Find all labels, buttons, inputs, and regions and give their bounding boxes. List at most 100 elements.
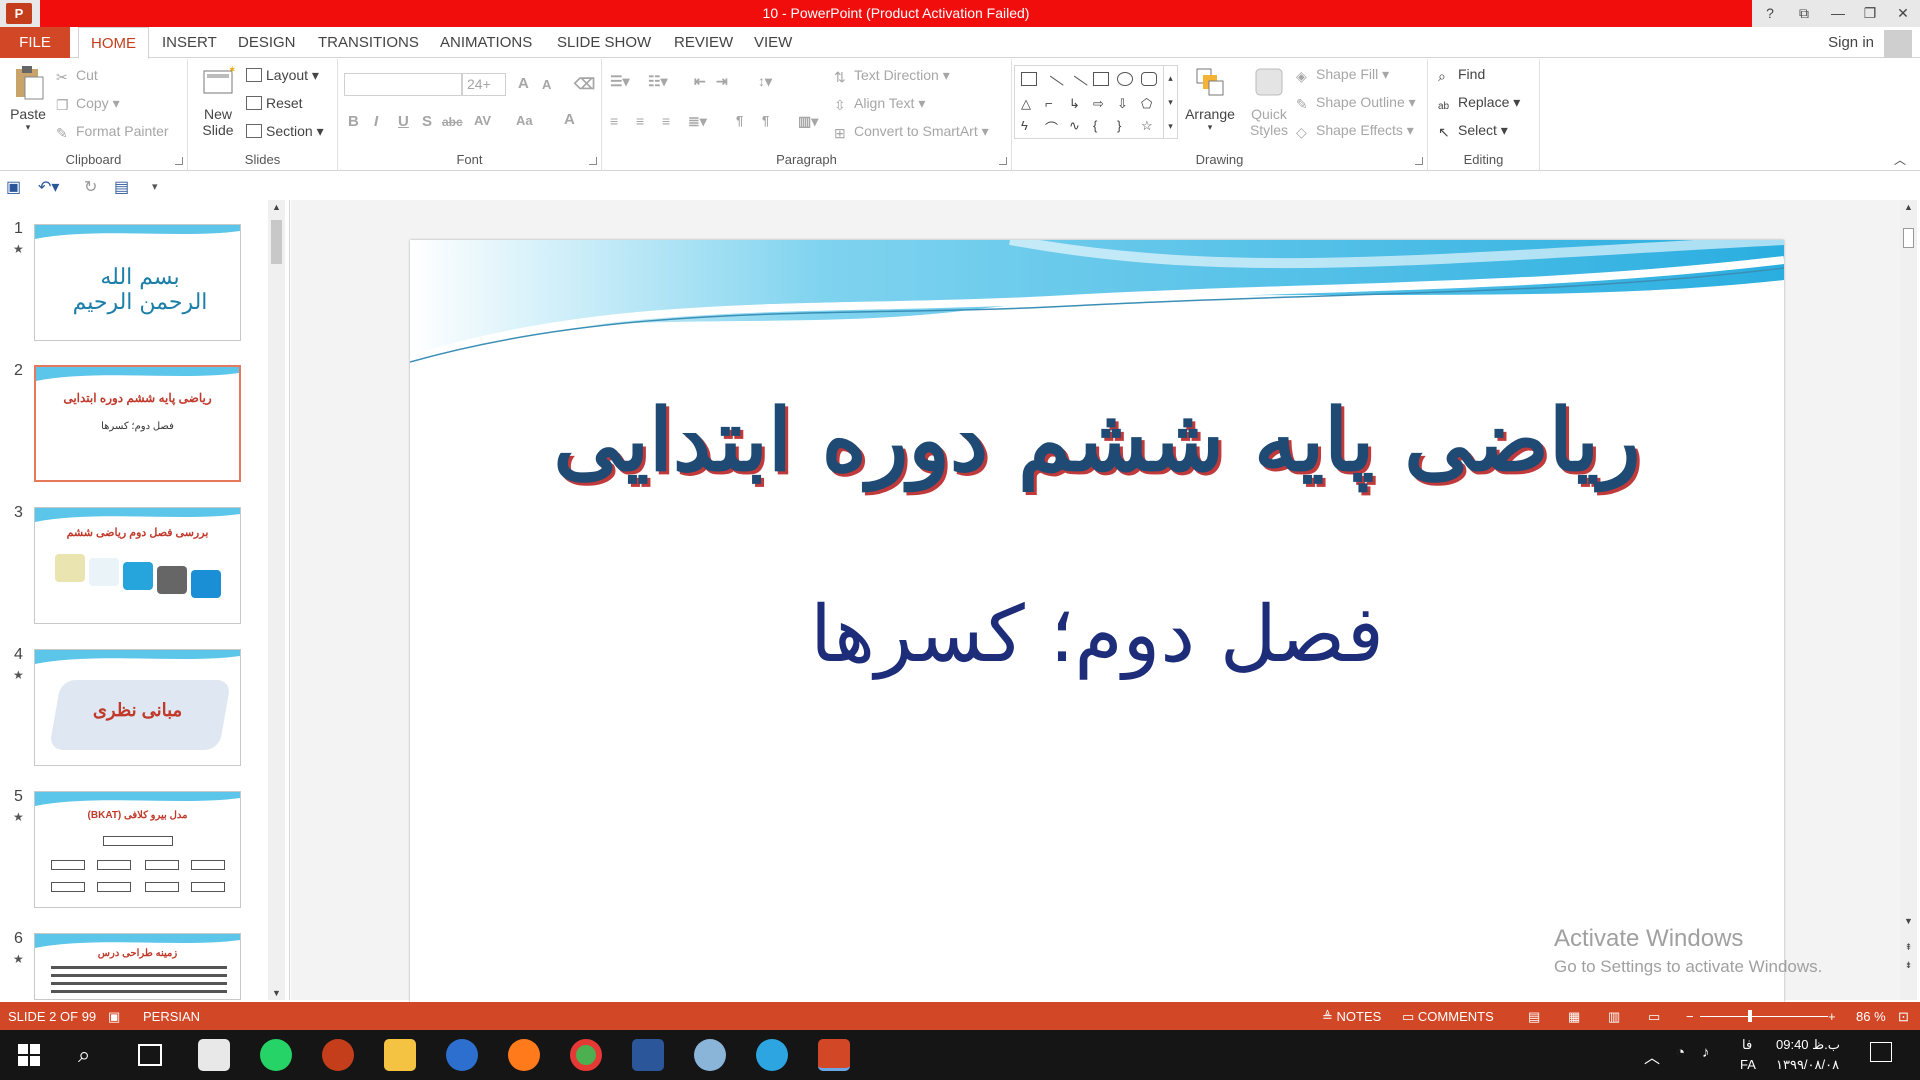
line-shape-icon[interactable]: [1042, 75, 1064, 97]
arc-shape-icon[interactable]: ⌒: [1045, 118, 1061, 136]
rtl-direction-icon[interactable]: ¶: [736, 113, 743, 128]
tab-design[interactable]: DESIGN: [226, 27, 308, 58]
clipboard-dialog-launcher[interactable]: [175, 157, 183, 165]
underline-button[interactable]: U: [398, 113, 409, 130]
right-brace-shape-icon[interactable]: }: [1117, 118, 1133, 133]
tab-file[interactable]: FILE: [0, 27, 70, 58]
arrange-button[interactable]: Arrange ▾: [1182, 65, 1238, 133]
zoom-level[interactable]: 86 %: [1856, 1009, 1886, 1024]
bold-button[interactable]: B: [348, 113, 359, 130]
calculator-icon[interactable]: [198, 1039, 230, 1071]
justify-icon[interactable]: ≣▾: [688, 113, 707, 130]
close-button[interactable]: ✕: [1886, 0, 1920, 27]
font-size-input[interactable]: 24+: [462, 73, 506, 96]
slide-scroll-thumb[interactable]: [1903, 228, 1914, 248]
slide-thumbnail-1[interactable]: بسم الله الرحمن الرحیم: [34, 224, 241, 341]
reset-button[interactable]: Reset: [246, 95, 303, 111]
customize-qat-icon[interactable]: ▾: [152, 180, 158, 193]
replace-button[interactable]: ab Replace ▾: [1438, 94, 1520, 115]
slide-sorter-icon[interactable]: ▦: [1568, 1009, 1580, 1025]
clear-formatting-icon[interactable]: ⌫: [574, 75, 595, 93]
paragraph-dialog-launcher[interactable]: [999, 157, 1007, 165]
thumbnail-scrollbar[interactable]: ▲ ▼: [268, 200, 285, 1000]
notes-button[interactable]: ≜ NOTES: [1322, 1009, 1381, 1025]
ltr-direction-icon[interactable]: ¶: [762, 113, 769, 128]
scroll-down-icon[interactable]: ▼: [1900, 916, 1917, 926]
input-language-line1[interactable]: فا: [1742, 1037, 1752, 1053]
find-button[interactable]: ⌕ Find: [1438, 66, 1485, 84]
tab-animations[interactable]: ANIMATIONS: [428, 27, 544, 58]
slide-scrollbar[interactable]: ▲ ▼ ⇞ ⇟: [1900, 200, 1917, 1000]
shape-effects-button[interactable]: ◇ Shape Effects ▾: [1296, 122, 1414, 140]
tab-slide-show[interactable]: SLIDE SHOW: [545, 27, 663, 58]
zoom-slider-track[interactable]: [1700, 1016, 1828, 1017]
scroll-up-icon[interactable]: ▲: [1900, 202, 1917, 212]
fit-slide-icon[interactable]: ⊡: [1898, 1009, 1909, 1025]
blue-app-icon[interactable]: [446, 1039, 478, 1071]
shrink-font-button[interactable]: A: [542, 77, 551, 92]
rounded-rect-shape-icon[interactable]: [1141, 72, 1157, 86]
telegram-icon[interactable]: [756, 1039, 788, 1071]
layout-button[interactable]: Layout ▾: [246, 67, 319, 84]
strikethrough-button[interactable]: abc: [442, 115, 463, 129]
tab-review[interactable]: REVIEW: [662, 27, 745, 58]
right-arrow-shape-icon[interactable]: ⇨: [1093, 96, 1109, 111]
minimize-button[interactable]: —: [1821, 0, 1855, 27]
line-spacing-icon[interactable]: ↕▾: [758, 73, 772, 90]
slide-thumbnail-4[interactable]: مبانی نظری: [34, 649, 241, 766]
down-arrow-shape-icon[interactable]: ⇩: [1117, 96, 1133, 111]
presentation-app-icon[interactable]: [322, 1039, 354, 1071]
search-icon[interactable]: ⌕: [78, 1042, 90, 1068]
elbow-connector-shape-icon[interactable]: ⌐: [1045, 96, 1061, 111]
cut-button[interactable]: ✂ Cut: [56, 67, 98, 85]
rectangle-shape-icon[interactable]: [1093, 72, 1109, 86]
zoom-slider-thumb[interactable]: [1748, 1010, 1752, 1022]
slide-title[interactable]: ریاضی پایه ششم دوره ابتدایی: [410, 390, 1784, 491]
scroll-up-icon[interactable]: ▲: [268, 202, 285, 212]
clock-time[interactable]: 09:40 ب.ظ: [1776, 1037, 1840, 1053]
columns-icon[interactable]: ▥▾: [798, 113, 818, 130]
drawing-dialog-launcher[interactable]: [1415, 157, 1423, 165]
collapse-ribbon-icon[interactable]: ︿: [1894, 151, 1906, 168]
windows-start-icon[interactable]: [18, 1044, 40, 1066]
shape-outline-button[interactable]: ✎ Shape Outline ▾: [1296, 94, 1416, 112]
start-from-beginning-icon[interactable]: ▤: [114, 177, 129, 197]
select-button[interactable]: ↖ Select ▾: [1438, 122, 1508, 140]
task-view-icon[interactable]: [138, 1044, 162, 1066]
change-case-button[interactable]: Aa: [516, 113, 533, 128]
firefox-icon[interactable]: [508, 1039, 540, 1071]
slide-thumbnail-3[interactable]: بررسی فصل دوم ریاضی ششم: [34, 507, 241, 624]
whatsapp-icon[interactable]: [260, 1039, 292, 1071]
flowchart-shape-icon[interactable]: ⬠: [1141, 96, 1157, 111]
elbow-arrow-shape-icon[interactable]: ↳: [1069, 96, 1085, 111]
italic-button[interactable]: I: [374, 113, 378, 130]
slide-thumbnail-6[interactable]: زمینه طراحی درس: [34, 933, 241, 1000]
redo-icon[interactable]: ↻: [84, 177, 97, 197]
reading-view-icon[interactable]: ▥: [1608, 1009, 1620, 1025]
restore-button[interactable]: ❐: [1853, 0, 1887, 27]
show-hidden-icons[interactable]: ︿: [1644, 1044, 1660, 1068]
thumbnail-scroll-thumb[interactable]: [271, 220, 282, 264]
star-shape-icon[interactable]: ☆: [1141, 118, 1157, 133]
font-color-button[interactable]: A: [564, 111, 575, 128]
curve-shape-icon[interactable]: ∿: [1069, 118, 1085, 133]
notifications-icon[interactable]: [1870, 1042, 1892, 1062]
chrome-icon[interactable]: [570, 1039, 602, 1071]
volume-icon[interactable]: ♪: [1702, 1044, 1710, 1061]
text-direction-button[interactable]: ⇅ Text Direction ▾: [834, 67, 950, 85]
wifi-icon[interactable]: ◔: [1676, 1044, 1685, 1061]
character-spacing-button[interactable]: AV: [474, 113, 491, 128]
convert-smartart-button[interactable]: ⊞ Convert to SmartArt ▾: [834, 123, 989, 141]
numbering-icon[interactable]: ☷▾: [648, 73, 668, 90]
tab-view[interactable]: VIEW: [742, 27, 804, 58]
language-status[interactable]: PERSIAN: [143, 1009, 200, 1024]
next-slide-icon[interactable]: ⇟: [1900, 960, 1917, 971]
sign-in-link[interactable]: Sign in: [1828, 34, 1874, 51]
zoom-out-icon[interactable]: −: [1686, 1009, 1694, 1024]
tab-insert[interactable]: INSERT: [150, 27, 229, 58]
increase-indent-icon[interactable]: ⇥: [716, 73, 728, 90]
align-text-button[interactable]: ⇳ Align Text ▾: [834, 95, 925, 113]
shapes-gallery-scroll[interactable]: ▴ ▾ ▾: [1163, 66, 1177, 138]
text-shadow-button[interactable]: S: [422, 113, 432, 130]
word-icon[interactable]: [632, 1039, 664, 1071]
